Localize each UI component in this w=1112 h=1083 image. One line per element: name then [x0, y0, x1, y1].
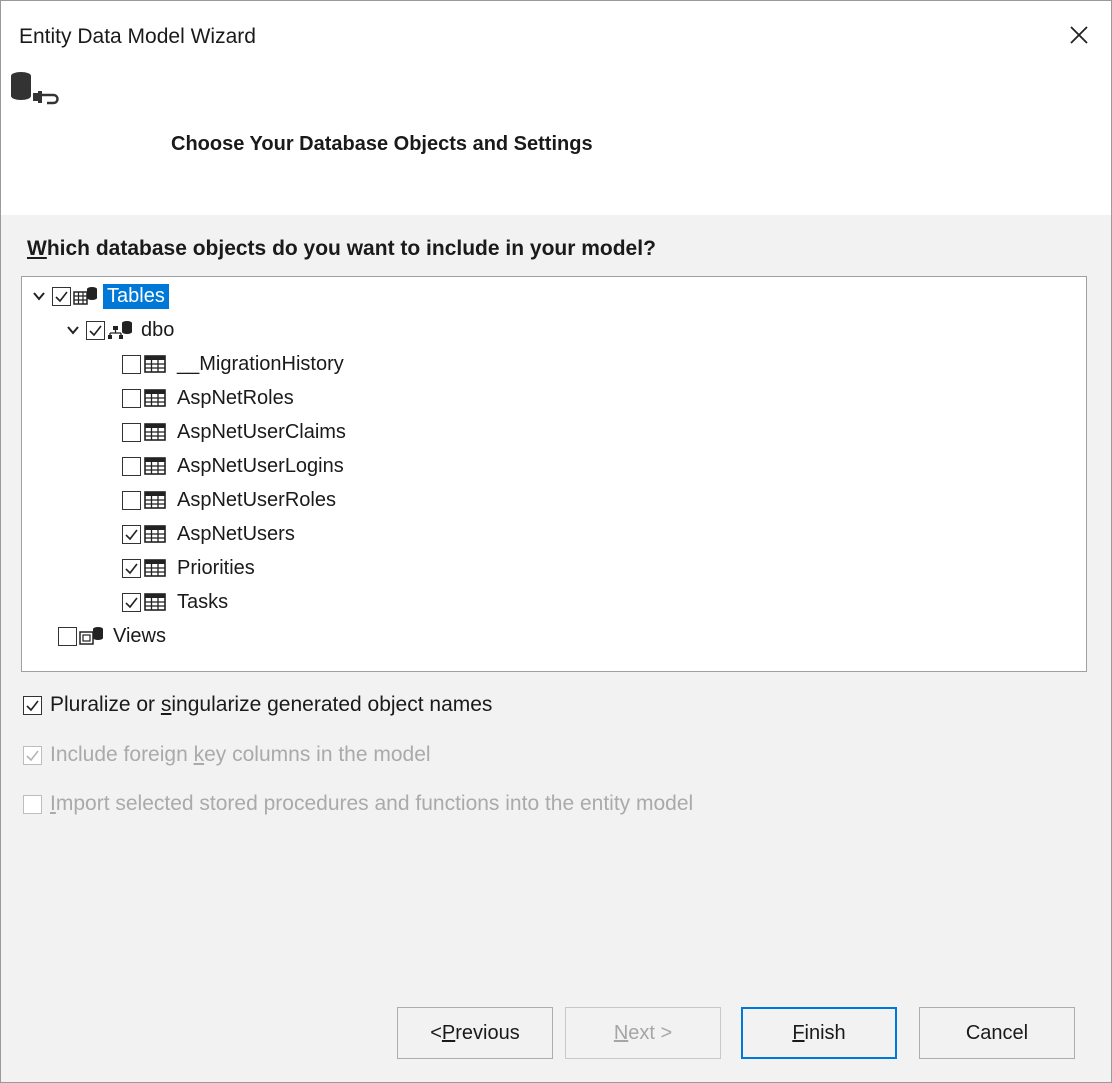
- question-accel: W: [27, 237, 47, 260]
- import-procedures-option: Import selected stored procedures and fu…: [23, 792, 693, 816]
- import-procedures-checkbox: [23, 794, 42, 814]
- dbo-label[interactable]: dbo: [137, 318, 178, 343]
- table-checkbox[interactable]: [122, 592, 141, 612]
- views-label[interactable]: Views: [109, 624, 170, 649]
- schema-icon: [108, 321, 132, 339]
- tree-node-tables[interactable]: Tables: [30, 280, 169, 312]
- table-label[interactable]: AspNetUserClaims: [173, 420, 350, 445]
- tree-node-table[interactable]: AspNetUserLogins: [122, 450, 348, 482]
- views-folder-icon: [79, 627, 103, 645]
- table-checkbox[interactable]: [122, 422, 141, 442]
- tree-node-dbo[interactable]: dbo: [64, 314, 178, 346]
- pluralize-checkbox[interactable]: [23, 695, 42, 715]
- finish-label-post: inish: [804, 1021, 846, 1044]
- foreign-keys-checkbox: [23, 745, 42, 765]
- table-label[interactable]: Tasks: [173, 590, 232, 615]
- views-checkbox[interactable]: [58, 626, 77, 646]
- table-label[interactable]: AspNetRoles: [173, 386, 298, 411]
- table-label[interactable]: Priorities: [173, 556, 259, 581]
- foreign-keys-label-post: ey columns in the model: [204, 743, 431, 766]
- window-title: Entity Data Model Wizard: [19, 25, 256, 48]
- finish-label-accel: F: [792, 1021, 805, 1044]
- previous-label-accel: P: [441, 1021, 456, 1044]
- table-icon: [144, 525, 166, 543]
- pluralize-label-pre: Pluralize or: [50, 693, 161, 716]
- cancel-label: Cancel: [965, 1021, 1029, 1044]
- tables-folder-icon: [73, 287, 97, 305]
- table-checkbox[interactable]: [122, 524, 141, 544]
- tables-label[interactable]: Tables: [103, 283, 169, 309]
- finish-button[interactable]: Finish: [741, 1007, 897, 1059]
- table-icon: [144, 355, 166, 373]
- table-label[interactable]: __MigrationHistory: [173, 352, 348, 377]
- wizard-dialog: Entity Data Model Wizard Choose Your Dat…: [0, 0, 1112, 1083]
- foreign-keys-label-accel: k: [193, 743, 205, 766]
- dbo-checkbox[interactable]: [86, 320, 105, 340]
- foreign-keys-option: Include foreign key columns in the model: [23, 743, 431, 767]
- title-bar: Entity Data Model Wizard: [1, 1, 1111, 73]
- tree-node-table[interactable]: AspNetUserClaims: [122, 416, 350, 448]
- table-checkbox[interactable]: [122, 558, 141, 578]
- tree-node-table[interactable]: Priorities: [122, 552, 259, 584]
- next-label-accel: N: [613, 1021, 629, 1044]
- pluralize-label[interactable]: Pluralize or singularize generated objec…: [50, 693, 492, 717]
- table-icon: [144, 491, 166, 509]
- close-button[interactable]: [1059, 15, 1099, 55]
- table-icon: [144, 457, 166, 475]
- table-checkbox[interactable]: [122, 456, 141, 476]
- table-label[interactable]: AspNetUserRoles: [173, 488, 340, 513]
- database-objects-tree[interactable]: Tables dbo __MigrationHistory AspNetRole…: [21, 276, 1087, 672]
- content-area: Which database objects do you want to in…: [1, 215, 1111, 1082]
- tree-node-table[interactable]: AspNetUsers: [122, 518, 299, 550]
- tree-node-views[interactable]: Views: [58, 620, 170, 652]
- tree-node-table[interactable]: Tasks: [122, 586, 232, 618]
- table-label[interactable]: AspNetUsers: [173, 522, 299, 547]
- next-label-post: ext >: [628, 1021, 673, 1044]
- table-checkbox[interactable]: [122, 490, 141, 510]
- tree-node-table[interactable]: AspNetRoles: [122, 382, 298, 414]
- question-text: hich database objects do you want to inc…: [46, 237, 656, 260]
- chevron-down-icon[interactable]: [30, 287, 48, 305]
- tree-node-table[interactable]: AspNetUserRoles: [122, 484, 340, 516]
- import-procedures-label: Import selected stored procedures and fu…: [50, 792, 693, 816]
- pluralize-option[interactable]: Pluralize or singularize generated objec…: [23, 693, 492, 717]
- table-checkbox[interactable]: [122, 354, 141, 374]
- cancel-button[interactable]: Cancel: [919, 1007, 1075, 1059]
- import-procedures-label-post: mport selected stored procedures and fun…: [55, 792, 694, 815]
- table-icon: [144, 559, 166, 577]
- pluralize-label-post: ingularize generated object names: [171, 693, 493, 716]
- table-label[interactable]: AspNetUserLogins: [173, 454, 348, 479]
- tables-checkbox[interactable]: [52, 286, 71, 306]
- foreign-keys-label: Include foreign key columns in the model: [50, 743, 431, 767]
- foreign-keys-label-pre: Include foreign: [50, 743, 194, 766]
- previous-label-post: revious: [455, 1021, 520, 1044]
- table-icon: [144, 593, 166, 611]
- table-icon: [144, 423, 166, 441]
- objects-question: Which database objects do you want to in…: [27, 237, 656, 261]
- previous-button[interactable]: < Previous: [397, 1007, 553, 1059]
- chevron-down-icon[interactable]: [64, 321, 82, 339]
- previous-label-pre: <: [430, 1021, 442, 1044]
- table-checkbox[interactable]: [122, 388, 141, 408]
- tree-node-table[interactable]: __MigrationHistory: [122, 348, 348, 380]
- close-icon: [1070, 26, 1088, 44]
- pluralize-label-accel: s: [160, 693, 172, 716]
- page-title: Choose Your Database Objects and Setting…: [171, 133, 593, 155]
- database-connect-icon: [11, 72, 59, 105]
- next-button: Next >: [565, 1007, 721, 1059]
- table-icon: [144, 389, 166, 407]
